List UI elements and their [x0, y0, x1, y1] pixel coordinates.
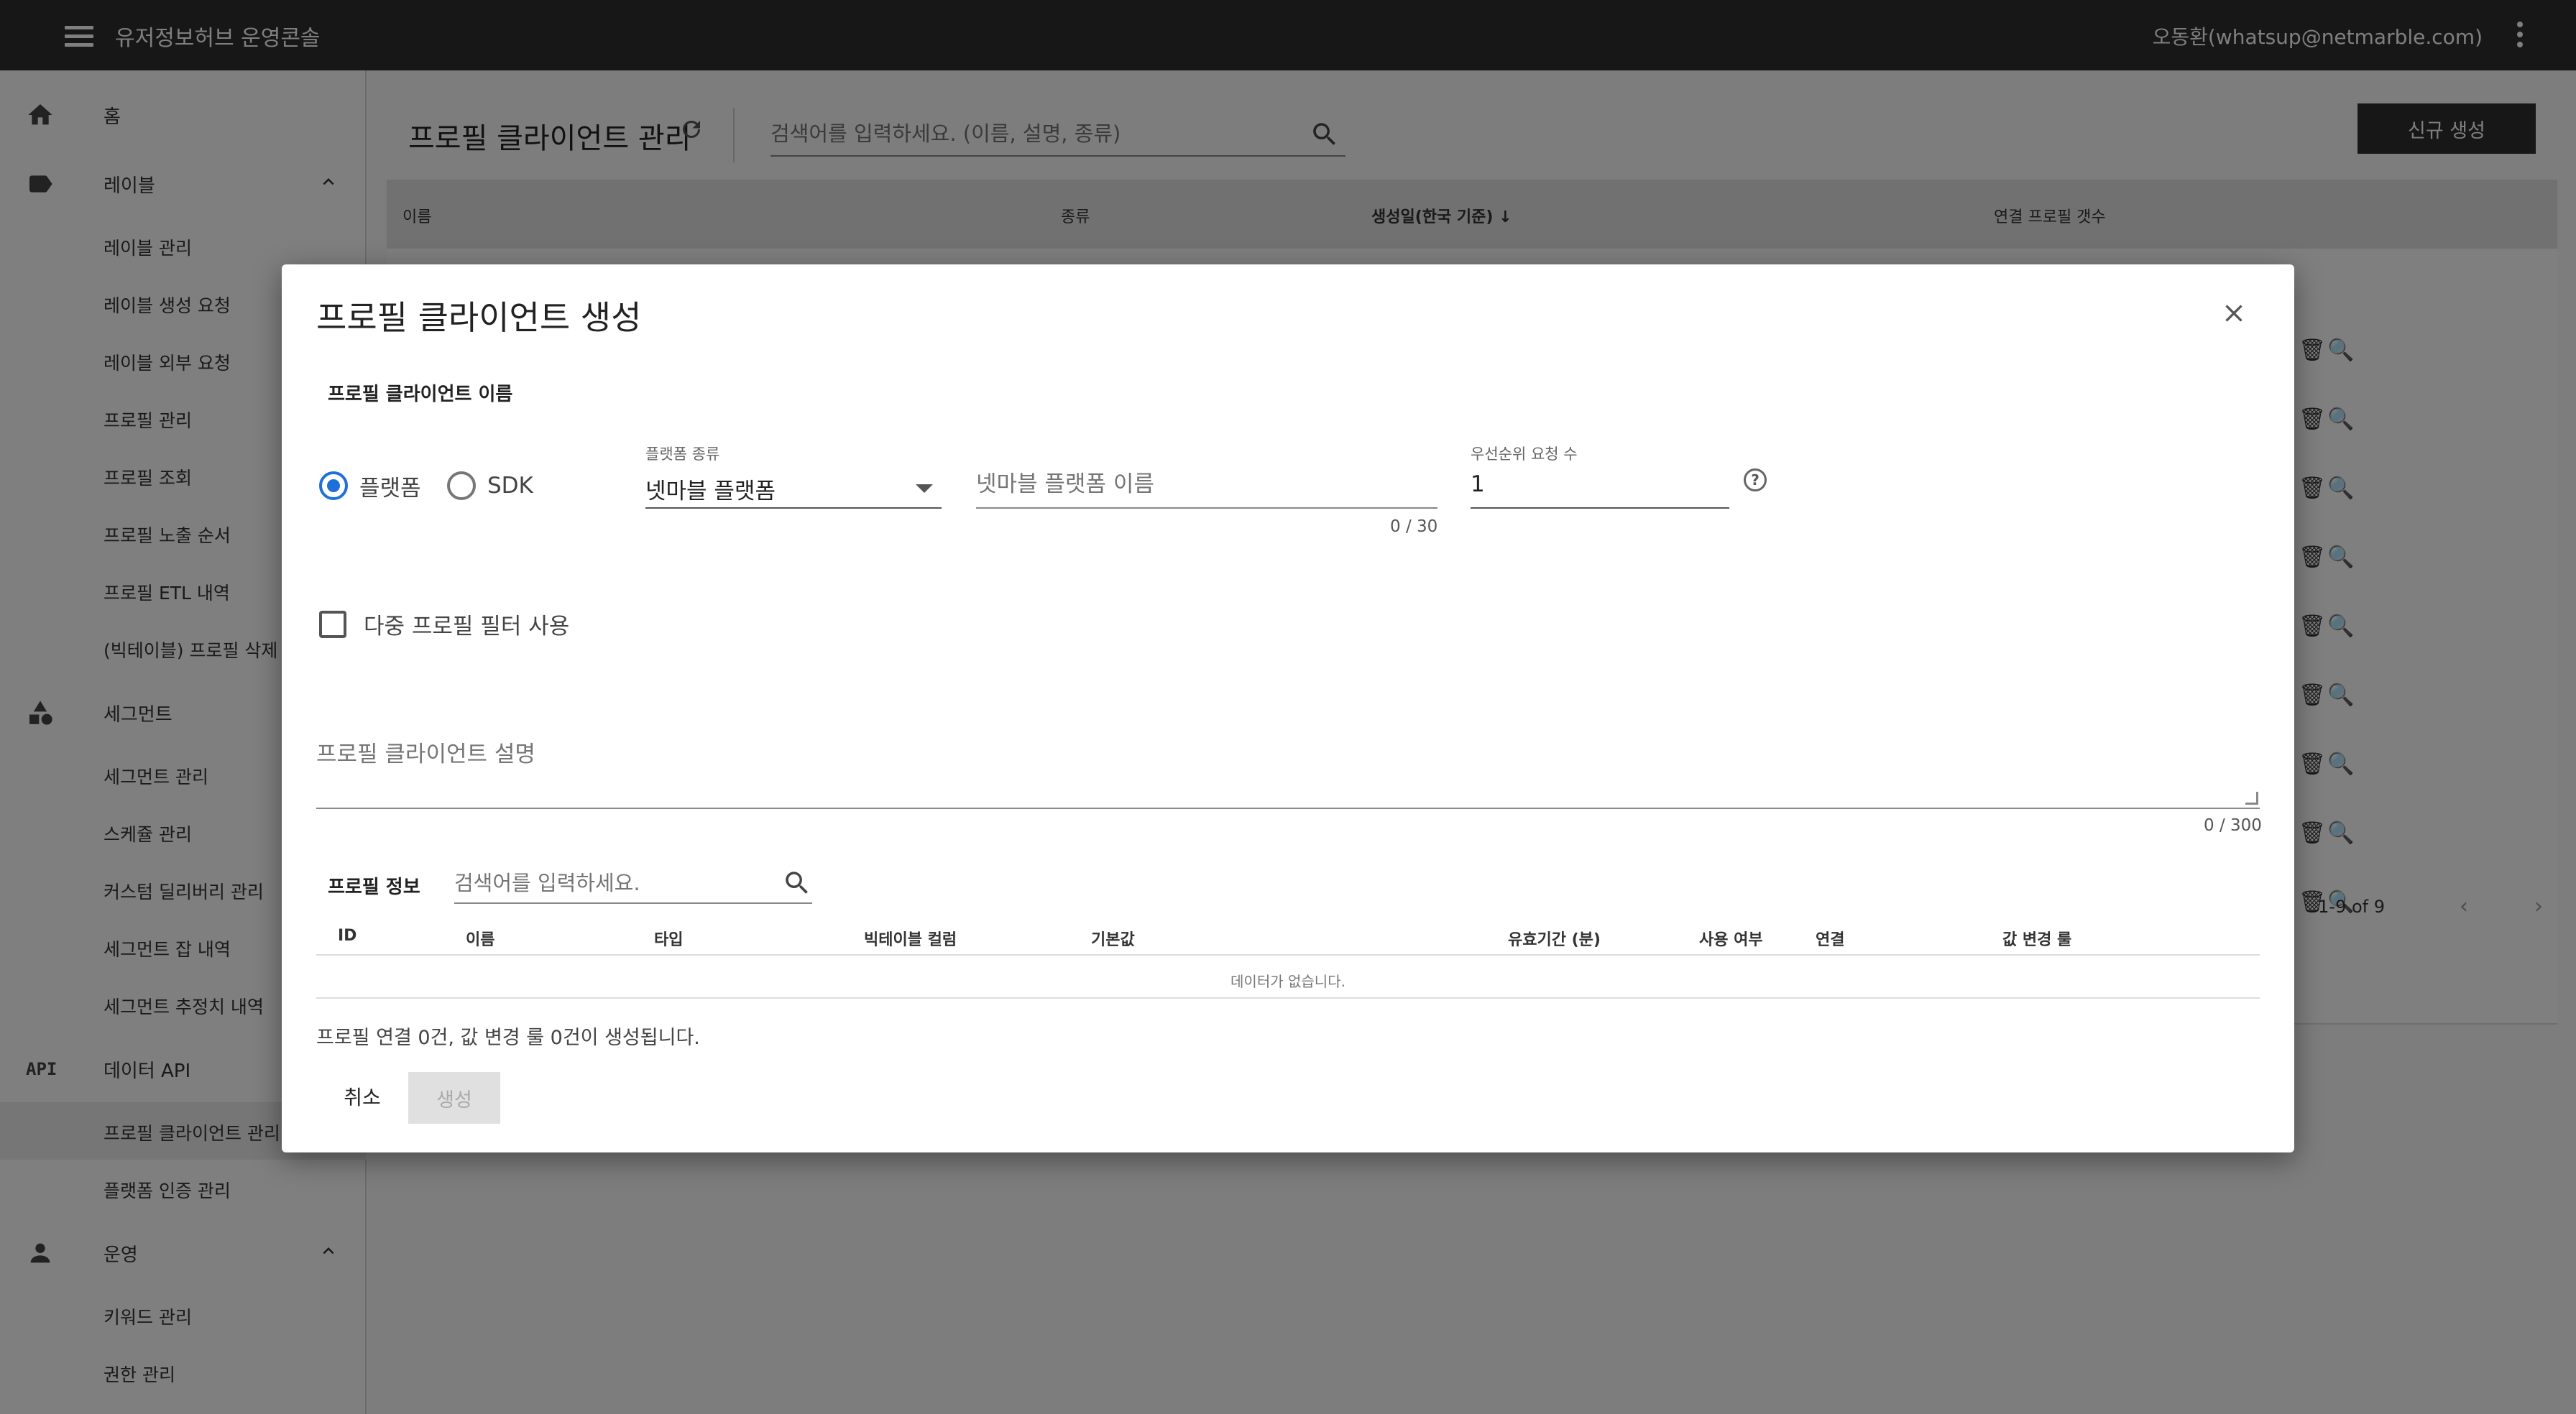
radio-sdk-label: SDK: [487, 473, 533, 499]
cancel-button[interactable]: 취소: [339, 1075, 385, 1118]
profile-info-search-input[interactable]: [454, 865, 770, 901]
priority-label: 우선순위 요청 수: [1471, 445, 1578, 463]
creation-summary: 프로필 연결 0건, 값 변경 룰 0건이 생성됩니다.: [316, 1027, 700, 1049]
dialog-title: 프로필 클라이언트 생성: [316, 298, 642, 337]
create-client-dialog: 프로필 클라이언트 생성 프로필 클라이언트 이름 플랫폼 SDK 플랫폼 종류…: [282, 264, 2294, 1152]
radio-sdk-indicator[interactable]: [447, 471, 476, 500]
col-in-use: 사용 여부: [1699, 931, 1763, 949]
dropdown-arrow-icon: [916, 484, 933, 493]
description-counter: 0 / 300: [2204, 816, 2262, 835]
description-textarea[interactable]: [316, 724, 2260, 805]
platform-type-select[interactable]: 넷마블 플랫폼: [645, 466, 942, 509]
col-type: 타입: [654, 931, 684, 949]
col-validity-minutes: 유효기간 (분): [1508, 931, 1601, 949]
platform-type-value: 넷마블 플랫폼: [645, 479, 776, 504]
search-icon[interactable]: [782, 868, 812, 901]
col-default-value: 기본값: [1091, 931, 1135, 949]
checkbox-box[interactable]: [319, 610, 346, 638]
profile-info-search-field[interactable]: [454, 865, 812, 904]
description-field[interactable]: [316, 724, 2260, 809]
priority-value[interactable]: 1: [1471, 471, 1729, 497]
radio-platform-indicator[interactable]: [319, 471, 348, 500]
close-icon[interactable]: [2220, 299, 2248, 328]
platform-name-input[interactable]: [976, 471, 1438, 497]
col-value-change-rule: 값 변경 룰: [2002, 931, 2072, 949]
empty-state-text: 데이터가 없습니다.: [316, 956, 2260, 999]
help-icon[interactable]: ?: [1744, 468, 1767, 491]
multi-filter-checkbox[interactable]: 다중 프로필 필터 사용: [319, 608, 569, 640]
client-name-section-label: 프로필 클라이언트 이름: [328, 384, 513, 405]
col-name: 이름: [466, 931, 495, 949]
create-button[interactable]: 생성: [408, 1072, 500, 1124]
radio-platform-label: 플랫폼: [359, 475, 421, 502]
platform-name-field[interactable]: [976, 466, 1438, 509]
resize-handle-icon[interactable]: [2245, 792, 2258, 805]
col-id: ID: [338, 927, 357, 945]
priority-field[interactable]: 1: [1471, 466, 1729, 509]
radio-platform[interactable]: 플랫폼: [319, 468, 421, 503]
col-link: 연결: [1816, 931, 1845, 949]
profile-info-table-header: ID 이름 타입 빅테이블 컬럼 기본값 유효기간 (분) 사용 여부 연결 값…: [316, 912, 2260, 956]
multi-filter-label: 다중 프로필 필터 사용: [364, 614, 570, 639]
profile-info-section-label: 프로필 정보: [328, 877, 420, 898]
platform-type-label: 플랫폼 종류: [645, 445, 720, 463]
col-bigtable-column: 빅테이블 컬럼: [864, 931, 957, 949]
radio-sdk[interactable]: SDK: [447, 468, 533, 503]
platform-name-counter: 0 / 30: [1390, 517, 1438, 536]
